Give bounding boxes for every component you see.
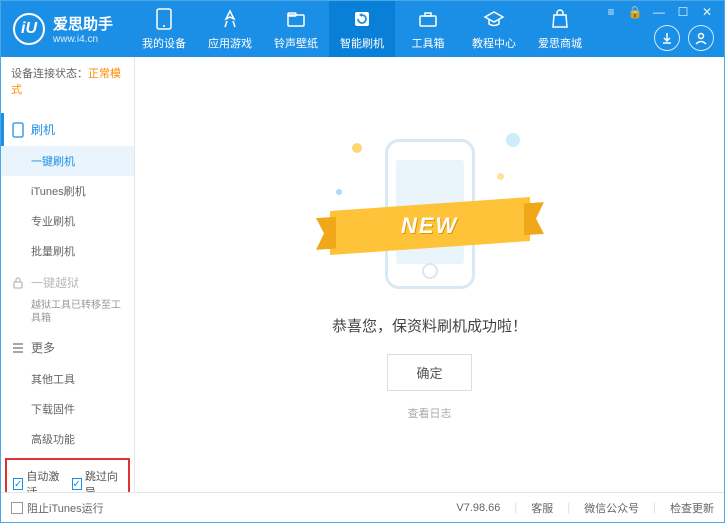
bag-icon	[548, 7, 572, 31]
sidebar-item-oneclick[interactable]: 一键刷机	[1, 146, 134, 176]
nav-label: 爱思商城	[538, 35, 582, 51]
list-icon	[11, 341, 25, 355]
nav-apps[interactable]: 应用游戏	[197, 1, 263, 57]
ok-button[interactable]: 确定	[387, 354, 471, 391]
maximize-icon[interactable]: ☐	[674, 5, 692, 19]
nav-label: 应用游戏	[208, 35, 252, 51]
wechat-link[interactable]: 微信公众号	[584, 500, 639, 516]
section-title: 一键越狱	[31, 274, 79, 291]
app-window: iU 爱思助手 www.i4.cn 我的设备 应用游戏 铃声壁纸 智能刷机	[0, 0, 725, 523]
success-message: 恭喜您，保资料刷机成功啦！	[332, 315, 527, 336]
folder-icon	[284, 7, 308, 31]
user-button[interactable]	[688, 25, 714, 51]
options-highlight: ✓ 自动激活 ✓ 跳过向导	[5, 458, 130, 492]
new-ribbon: NEW	[330, 197, 530, 255]
menu-icon[interactable]: ≡	[602, 5, 620, 19]
lock-icon	[11, 276, 25, 290]
checkbox-icon: ✓	[72, 478, 82, 490]
checkbox-block-itunes[interactable]: 阻止iTunes运行	[11, 500, 104, 516]
cb-label: 跳过向导	[85, 468, 122, 492]
sidebar-item-other[interactable]: 其他工具	[1, 364, 134, 394]
nav-tutorials[interactable]: 教程中心	[461, 1, 527, 57]
sidebar-item-batch[interactable]: 批量刷机	[1, 236, 134, 266]
download-button[interactable]	[654, 25, 680, 51]
checkbox-auto-activate[interactable]: ✓ 自动激活	[13, 468, 64, 492]
sidebar: 设备连接状态：正常模式 刷机 一键刷机 iTunes刷机 专业刷机 批量刷机 一…	[1, 57, 135, 492]
nav-toolbox[interactable]: 工具箱	[395, 1, 461, 57]
nav-label: 教程中心	[472, 35, 516, 51]
sidebar-item-itunes[interactable]: iTunes刷机	[1, 176, 134, 206]
cb-label: 阻止iTunes运行	[27, 500, 104, 516]
close-icon[interactable]: ✕	[698, 5, 716, 19]
app-url: www.i4.cn	[53, 34, 113, 45]
graduation-icon	[482, 7, 506, 31]
sidebar-item-advanced[interactable]: 高级功能	[1, 424, 134, 454]
nav-label: 铃声壁纸	[274, 35, 318, 51]
minimize-icon[interactable]: —	[650, 5, 668, 19]
jailbreak-note: 越狱工具已转移至工具箱	[1, 299, 134, 331]
nav-ringtones[interactable]: 铃声壁纸	[263, 1, 329, 57]
nav-store[interactable]: 爱思商城	[527, 1, 593, 57]
section-title: 更多	[31, 339, 55, 356]
sidebar-item-pro[interactable]: 专业刷机	[1, 206, 134, 236]
nav-label: 智能刷机	[340, 35, 384, 51]
section-flash[interactable]: 刷机	[1, 113, 134, 146]
connection-status: 设备连接状态：正常模式	[1, 57, 134, 105]
toolbox-icon	[416, 7, 440, 31]
section-more[interactable]: 更多	[1, 331, 134, 364]
logo: iU 爱思助手 www.i4.cn	[1, 13, 131, 45]
checkbox-icon: ✓	[13, 478, 23, 490]
success-illustration: NEW	[330, 129, 530, 299]
phone-icon	[152, 7, 176, 31]
cb-label: 自动激活	[26, 468, 63, 492]
titlebar: iU 爱思助手 www.i4.cn 我的设备 应用游戏 铃声壁纸 智能刷机	[1, 1, 724, 57]
main-nav: 我的设备 应用游戏 铃声壁纸 智能刷机 工具箱 教程中心	[131, 1, 593, 57]
nav-label: 我的设备	[142, 35, 186, 51]
section-title: 刷机	[31, 121, 55, 138]
checkbox-skip-guide[interactable]: ✓ 跳过向导	[72, 468, 123, 492]
nav-flash[interactable]: 智能刷机	[329, 1, 395, 57]
refresh-icon	[350, 7, 374, 31]
rocket-icon	[218, 7, 242, 31]
version-text: V7.98.66	[456, 502, 500, 514]
conn-label: 设备连接状态：	[11, 68, 88, 80]
sidebar-item-download-fw[interactable]: 下载固件	[1, 394, 134, 424]
section-jailbreak[interactable]: 一键越狱	[1, 266, 134, 299]
lock-icon[interactable]: 🔒	[626, 5, 644, 19]
window-controls: ≡ 🔒 — ☐ ✕	[602, 5, 716, 19]
logo-icon: iU	[13, 13, 45, 45]
main-content: NEW 恭喜您，保资料刷机成功啦！ 确定 查看日志	[135, 57, 724, 492]
view-log-link[interactable]: 查看日志	[408, 405, 452, 421]
checkbox-icon	[11, 502, 23, 514]
update-link[interactable]: 检查更新	[670, 500, 714, 516]
app-name: 爱思助手	[53, 13, 113, 34]
phone-icon	[11, 123, 25, 137]
nav-my-device[interactable]: 我的设备	[131, 1, 197, 57]
footer: 阻止iTunes运行 V7.98.66 | 客服 | 微信公众号 | 检查更新	[1, 492, 724, 522]
nav-label: 工具箱	[412, 35, 445, 51]
ribbon-text: NEW	[401, 213, 458, 239]
service-link[interactable]: 客服	[531, 500, 553, 516]
